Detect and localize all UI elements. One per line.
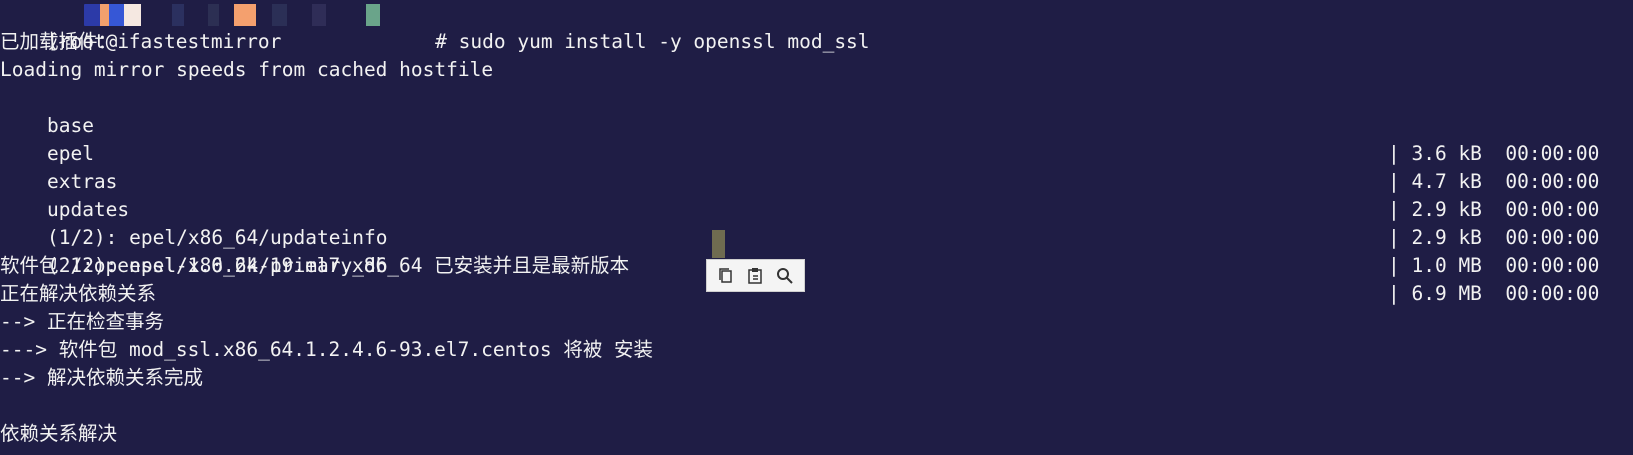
repo-transfer-info: | 2.9 kB 00:00:00 bbox=[1388, 226, 1600, 249]
selection-toolbar bbox=[706, 259, 805, 292]
output-line-1: 已加载插件： fastestmirror bbox=[0, 30, 282, 53]
paste-icon bbox=[748, 267, 763, 284]
repo-line-updates: updates | 2.9 kB 00:00:00 bbox=[0, 168, 1599, 249]
command-text: # sudo yum install -y openssl mod_ssl bbox=[435, 30, 870, 53]
terminal-window[interactable]: [root@i # sudo yum install -y openssl mod… bbox=[0, 0, 1633, 455]
output-line-13: --> 解决依赖关系完成 bbox=[0, 366, 203, 389]
repo-transfer-info: | 3.6 kB 00:00:00 bbox=[1388, 142, 1600, 165]
repo-transfer-info: | 2.9 kB 00:00:00 bbox=[1388, 198, 1600, 221]
repo-line-epel: epel | 4.7 kB 00:00:00 bbox=[0, 112, 1599, 193]
output-line-2: Loading mirror speeds from cached hostfi… bbox=[0, 58, 494, 81]
output-line-10: 正在解决依赖关系 bbox=[0, 282, 157, 305]
repo-line-extras: extras | 2.9 kB 00:00:00 bbox=[0, 140, 1599, 221]
output-line-12: ---> 软件包 mod_ssl.x86_64.1.2.4.6-93.el7.c… bbox=[0, 338, 654, 361]
output-line-9: 软件包 1:openssl-1.0.2k-19.el7.x86_64 已安装并且… bbox=[0, 254, 630, 277]
output-line-15: 依赖关系解决 bbox=[0, 422, 118, 445]
download-line-primary-db: (2/2): epel/x86_64/primary_db | 6.9 MB 0… bbox=[0, 224, 1599, 305]
output-line-11: --> 正在检查事务 bbox=[0, 310, 164, 333]
download-transfer-info: | 6.9 MB 00:00:00 bbox=[1388, 282, 1600, 305]
paste-button[interactable] bbox=[741, 263, 769, 289]
download-line-updateinfo: (1/2): epel/x86_64/updateinfo | 1.0 MB 0… bbox=[0, 196, 1599, 277]
repo-transfer-info: | 4.7 kB 00:00:00 bbox=[1388, 170, 1600, 193]
search-button[interactable] bbox=[771, 263, 799, 289]
redacted-hostname bbox=[84, 4, 390, 26]
search-icon bbox=[777, 267, 793, 284]
download-transfer-info: | 1.0 MB 00:00:00 bbox=[1388, 254, 1600, 277]
terminal-cursor bbox=[712, 230, 725, 258]
copy-icon bbox=[719, 267, 732, 283]
copy-button[interactable] bbox=[712, 263, 740, 289]
repo-line-base: base | 3.6 kB 00:00:00 bbox=[0, 84, 1599, 165]
